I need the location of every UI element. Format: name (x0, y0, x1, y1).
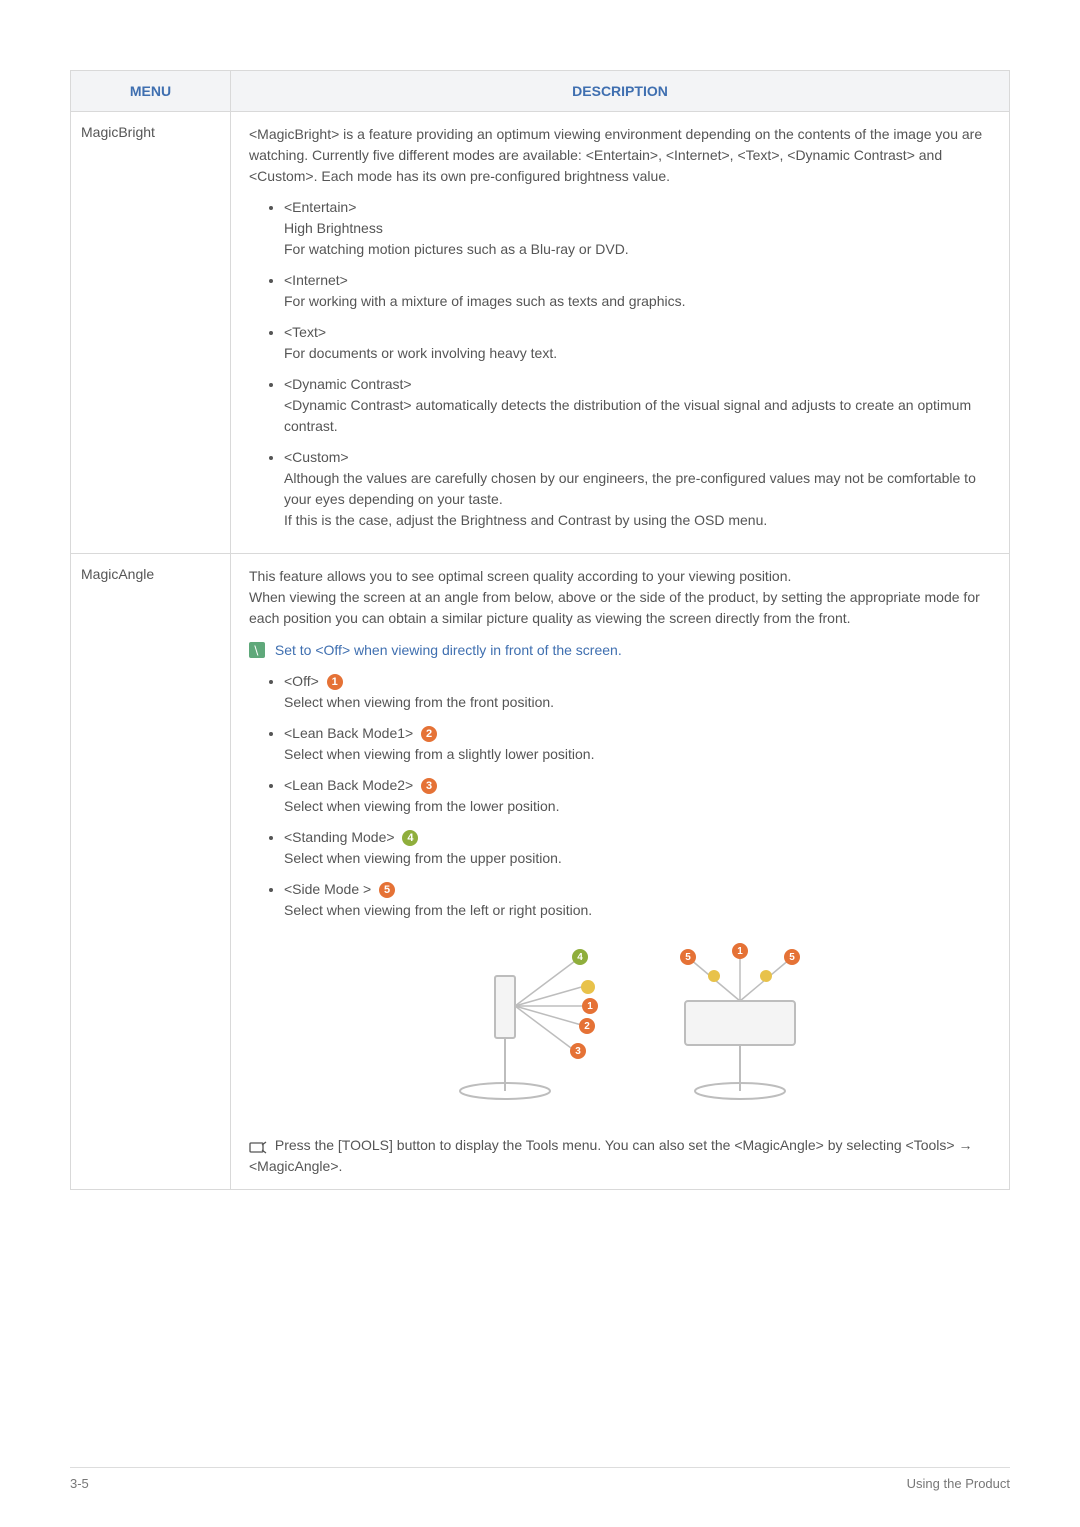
badge-3-icon: 3 (421, 778, 437, 794)
section-title: Using the Product (907, 1476, 1010, 1491)
tools-note: Press the [TOOLS] button to display the … (249, 1135, 991, 1177)
magicbright-list: <Entertain> High Brightness For watching… (249, 197, 991, 531)
item-line: High Brightness (284, 218, 991, 239)
svg-text:3: 3 (575, 1046, 581, 1057)
item-line: Although the values are carefully chosen… (284, 468, 991, 510)
tools-icon (249, 1139, 267, 1153)
list-item: <Custom> Although the values are careful… (284, 447, 991, 531)
tools-note-text: Press the [TOOLS] button to display the … (249, 1137, 972, 1174)
svg-text:1: 1 (587, 1001, 593, 1012)
note-text: Set to <Off> when viewing directly in fr… (275, 642, 622, 658)
table-row: MagicAngle This feature allows you to se… (71, 554, 1010, 1190)
svg-text:1: 1 (737, 946, 743, 957)
item-desc: Select when viewing from the lower posit… (284, 796, 991, 817)
list-item: <Lean Back Mode1> 2 Select when viewing … (284, 723, 991, 765)
item-title: <Dynamic Contrast> (284, 376, 412, 392)
note: Set to <Off> when viewing directly in fr… (249, 639, 991, 661)
note-icon (249, 642, 265, 658)
item-title: <Lean Back Mode2> (284, 777, 413, 793)
list-item: <Text> For documents or work involving h… (284, 322, 991, 364)
page: MENU DESCRIPTION MagicBright <MagicBrigh… (0, 0, 1080, 1527)
page-number: 3-5 (70, 1476, 89, 1491)
svg-text:5: 5 (685, 952, 691, 963)
svg-text:5: 5 (789, 952, 795, 963)
header-description: DESCRIPTION (231, 71, 1010, 112)
magicangle-intro: This feature allows you to see optimal s… (249, 566, 991, 629)
item-title: <Custom> (284, 449, 349, 465)
desc-magicangle: This feature allows you to see optimal s… (231, 554, 1010, 1190)
magicbright-intro: <MagicBright> is a feature providing an … (249, 124, 991, 187)
list-item: <Standing Mode> 4 Select when viewing fr… (284, 827, 991, 869)
svg-text:2: 2 (584, 1021, 590, 1032)
item-line: <Dynamic Contrast> automatically detects… (284, 395, 991, 437)
item-title: <Lean Back Mode1> (284, 725, 413, 741)
item-desc: Select when viewing from the front posit… (284, 692, 991, 713)
list-item: <Lean Back Mode2> 3 Select when viewing … (284, 775, 991, 817)
list-item: <Internet> For working with a mixture of… (284, 270, 991, 312)
monitor-angles-icon: 4 1 2 3 (390, 941, 850, 1111)
list-item: <Side Mode > 5 Select when viewing from … (284, 879, 991, 921)
list-item: <Off> 1 Select when viewing from the fro… (284, 671, 991, 713)
list-item: <Dynamic Contrast> <Dynamic Contrast> au… (284, 374, 991, 437)
item-desc: Select when viewing from the left or rig… (284, 900, 991, 921)
badge-1-icon: 1 (327, 674, 343, 690)
item-desc: Select when viewing from a slightly lowe… (284, 744, 991, 765)
item-title: <Entertain> (284, 199, 356, 215)
item-title: <Off> (284, 673, 319, 689)
table-row: MagicBright <MagicBright> is a feature p… (71, 112, 1010, 554)
item-line: If this is the case, adjust the Brightne… (284, 510, 991, 531)
angle-diagram: 4 1 2 3 (249, 941, 991, 1117)
item-title: <Internet> (284, 272, 348, 288)
badge-5-icon: 5 (379, 882, 395, 898)
menu-name-magicbright: MagicBright (71, 112, 231, 554)
menu-description-table: MENU DESCRIPTION MagicBright <MagicBrigh… (70, 70, 1010, 1190)
menu-name-magicangle: MagicAngle (71, 554, 231, 1190)
svg-text:4: 4 (577, 952, 583, 963)
magicangle-list: <Off> 1 Select when viewing from the fro… (249, 671, 991, 921)
item-desc: Select when viewing from the upper posit… (284, 848, 991, 869)
item-title: <Standing Mode> (284, 829, 395, 845)
item-line: For documents or work involving heavy te… (284, 343, 991, 364)
header-menu: MENU (71, 71, 231, 112)
item-title: <Side Mode > (284, 881, 371, 897)
item-line: For watching motion pictures such as a B… (284, 239, 991, 260)
page-footer: 3-5 Using the Product (70, 1467, 1010, 1491)
item-line: For working with a mixture of images suc… (284, 291, 991, 312)
badge-2-icon: 2 (421, 726, 437, 742)
item-title: <Text> (284, 324, 326, 340)
desc-magicbright: <MagicBright> is a feature providing an … (231, 112, 1010, 554)
list-item: <Entertain> High Brightness For watching… (284, 197, 991, 260)
badge-4-icon: 4 (402, 830, 418, 846)
